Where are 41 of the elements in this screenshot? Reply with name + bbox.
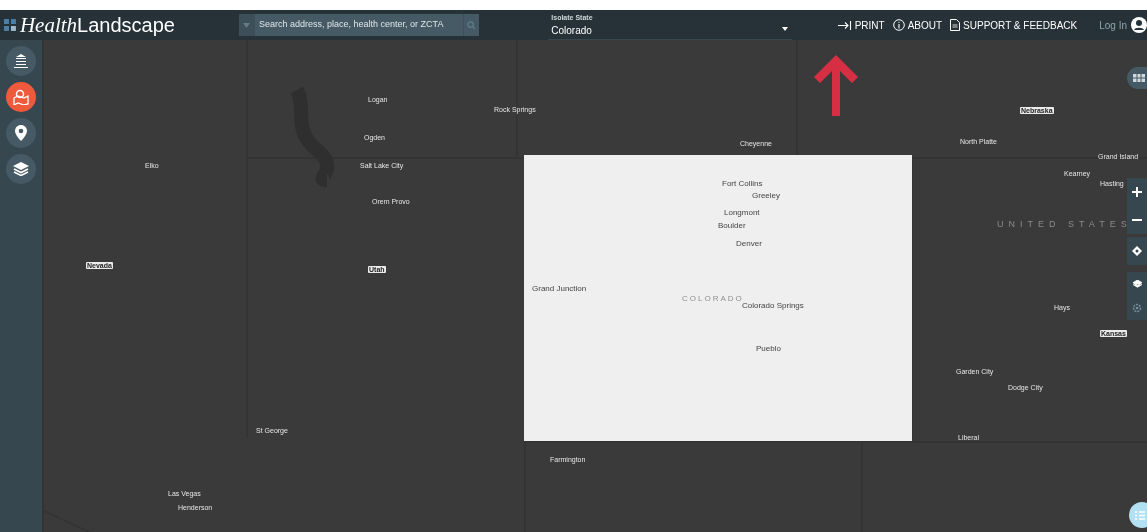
city-label: Greeley bbox=[752, 192, 780, 200]
minus-icon bbox=[1132, 219, 1142, 221]
city-label: Denver bbox=[736, 240, 762, 248]
login-button[interactable]: Log In bbox=[1099, 17, 1147, 33]
map-pin-icon bbox=[13, 89, 29, 105]
city-label: Grand Junction bbox=[532, 285, 587, 293]
city-label: Longmont bbox=[724, 209, 760, 217]
search-field[interactable]: Search address, place, health center, or ZCTA bbox=[254, 18, 464, 32]
grid-icon bbox=[1133, 74, 1145, 82]
locate-button[interactable] bbox=[1127, 237, 1147, 265]
info-icon bbox=[892, 19, 905, 31]
document-icon bbox=[950, 19, 961, 31]
logo-icon bbox=[4, 19, 16, 31]
brand-logo[interactable]: HealthLandscape bbox=[19, 14, 175, 36]
nav-link[interactable]: SUPPORT & FEEDBACK bbox=[950, 17, 1078, 33]
nav-link[interactable]: ABOUT bbox=[892, 17, 943, 33]
plus-icon bbox=[1132, 187, 1142, 197]
city-label: Fort Collins bbox=[722, 180, 763, 188]
locate-icon bbox=[1132, 246, 1142, 256]
search-bar[interactable]: Search address, place, health center, or ZCTA bbox=[238, 14, 480, 36]
sidebar-button[interactable] bbox=[6, 118, 36, 148]
nav-link[interactable]: PRINT bbox=[837, 17, 885, 33]
sidebar-button[interactable] bbox=[6, 82, 36, 112]
city-label: Colorado Springs bbox=[742, 302, 804, 310]
search-icon bbox=[467, 20, 477, 30]
region-label: UNITED STATES bbox=[997, 220, 1132, 229]
sidebar-button[interactable] bbox=[6, 154, 36, 184]
location-pin-icon bbox=[15, 125, 27, 141]
city-label: Pueblo bbox=[756, 345, 781, 353]
arrow-to-line-icon bbox=[837, 20, 852, 30]
settings-icon bbox=[1132, 303, 1142, 313]
layers-icon bbox=[13, 162, 29, 176]
layers-icon bbox=[1132, 279, 1142, 289]
list-icon bbox=[1135, 510, 1145, 520]
basemap-button[interactable] bbox=[1127, 67, 1147, 89]
caret-icon bbox=[781, 27, 788, 31]
building-icon bbox=[13, 53, 29, 69]
caret-icon bbox=[243, 22, 251, 28]
region-label: COLORADO bbox=[682, 295, 744, 303]
sidebar-button[interactable] bbox=[6, 46, 36, 76]
city-label: Boulder bbox=[718, 222, 746, 230]
